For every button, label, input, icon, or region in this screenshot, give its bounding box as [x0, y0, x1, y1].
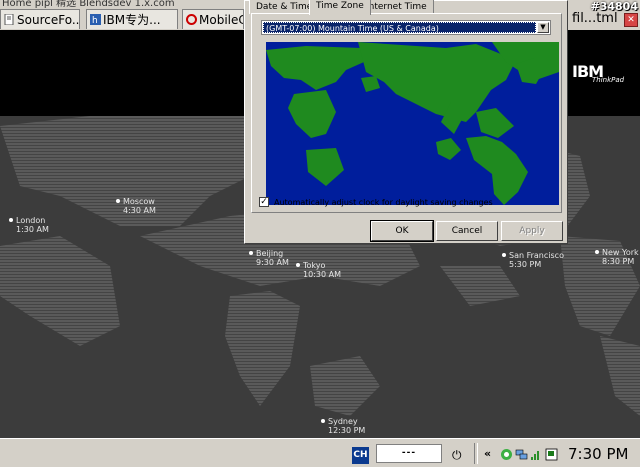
time-zone-value: (GMT-07:00) Mountain Time (US & Canada) [263, 22, 536, 33]
ibm-logo: IBM ThinkPad [572, 62, 624, 92]
tab-label: MobileC [199, 13, 244, 27]
city-dot [296, 263, 300, 267]
time-zone-map-image [266, 42, 559, 205]
time-zone-panel: (GMT-07:00) Mountain Time (US & Canada) … [251, 13, 562, 213]
city-time: 12:30 PM [328, 426, 366, 435]
city-san-francisco: San Francisco 5:30 PM [502, 251, 564, 269]
hyperlink-icon: h [90, 14, 101, 25]
city-name: Sydney [328, 417, 358, 426]
dst-checkbox[interactable]: ✓ [259, 197, 269, 207]
city-new-york: New York 8:30 PM [595, 248, 639, 266]
city-name: San Francisco [509, 251, 564, 260]
city-time: 8:30 PM [602, 257, 635, 266]
city-beijing: Beijing 9:30 AM [249, 249, 289, 267]
input-language-indicator[interactable]: CH [352, 447, 369, 464]
city-dot [249, 251, 253, 255]
wireless-signal-icon[interactable] [530, 448, 543, 461]
city-tokyo: Tokyo 10:30 AM [296, 261, 341, 279]
tray-separator [474, 443, 478, 464]
city-name: New York [602, 248, 639, 257]
tab-sourceforge[interactable]: SourceFo... [0, 9, 80, 29]
city-time: 9:30 AM [256, 258, 289, 267]
city-dot [595, 250, 599, 254]
city-london: London 1:30 AM [9, 216, 49, 234]
dst-checkbox-label: Automatically adjust clock for daylight … [274, 198, 493, 207]
messenger-icon[interactable] [500, 448, 513, 461]
power-plug-icon[interactable]: ⏻ [452, 449, 462, 461]
network-icon[interactable] [515, 448, 528, 461]
city-sydney: Sydney 12:30 PM [321, 417, 366, 435]
city-moscow: Moscow 4:30 AM [116, 197, 156, 215]
city-name: Tokyo [303, 261, 326, 270]
tab-mobile[interactable]: MobileC [182, 9, 244, 29]
flag-icon[interactable] [545, 448, 558, 461]
date-time-properties-dialog: Date & Time Time Zone Internet Time (GMT… [244, 0, 568, 244]
taskbar: CH --- ⏻ « 7:30 PM [0, 438, 640, 467]
time-zone-map [266, 42, 559, 205]
logo-subtext: ThinkPad [592, 76, 625, 84]
cancel-button[interactable]: Cancel [436, 221, 498, 241]
city-dot [116, 199, 120, 203]
close-icon[interactable]: ✕ [624, 13, 638, 27]
city-name: London [16, 216, 46, 225]
city-time: 5:30 PM [509, 260, 542, 269]
time-zone-dropdown[interactable]: (GMT-07:00) Mountain Time (US & Canada) … [261, 20, 551, 35]
show-hidden-icons-chevron[interactable]: « [484, 448, 491, 460]
opera-icon [186, 14, 197, 25]
ime-status-box[interactable]: --- [376, 444, 442, 463]
tab-label: IBM专为... [103, 13, 161, 27]
system-clock[interactable]: 7:30 PM [568, 445, 628, 463]
city-dot [502, 253, 506, 257]
city-time: 1:30 AM [16, 225, 49, 234]
svg-text:h: h [92, 16, 98, 25]
screenshot-stamp: #34804 [590, 0, 639, 13]
city-name: Moscow [123, 197, 155, 206]
city-time: 4:30 AM [123, 206, 156, 215]
apply-button[interactable]: Apply [501, 221, 563, 241]
city-name: Beijing [256, 249, 284, 258]
city-dot [321, 419, 325, 423]
city-dot [9, 218, 13, 222]
tab-ibm[interactable]: h IBM专为... [86, 9, 178, 29]
page-icon [4, 14, 14, 25]
ok-button[interactable]: OK [370, 220, 434, 242]
chevron-down-icon[interactable]: ▼ [537, 22, 549, 33]
tab-time-zone[interactable]: Time Zone [309, 0, 371, 15]
city-time: 10:30 AM [303, 270, 341, 279]
tab-label: SourceFo... [17, 13, 80, 27]
